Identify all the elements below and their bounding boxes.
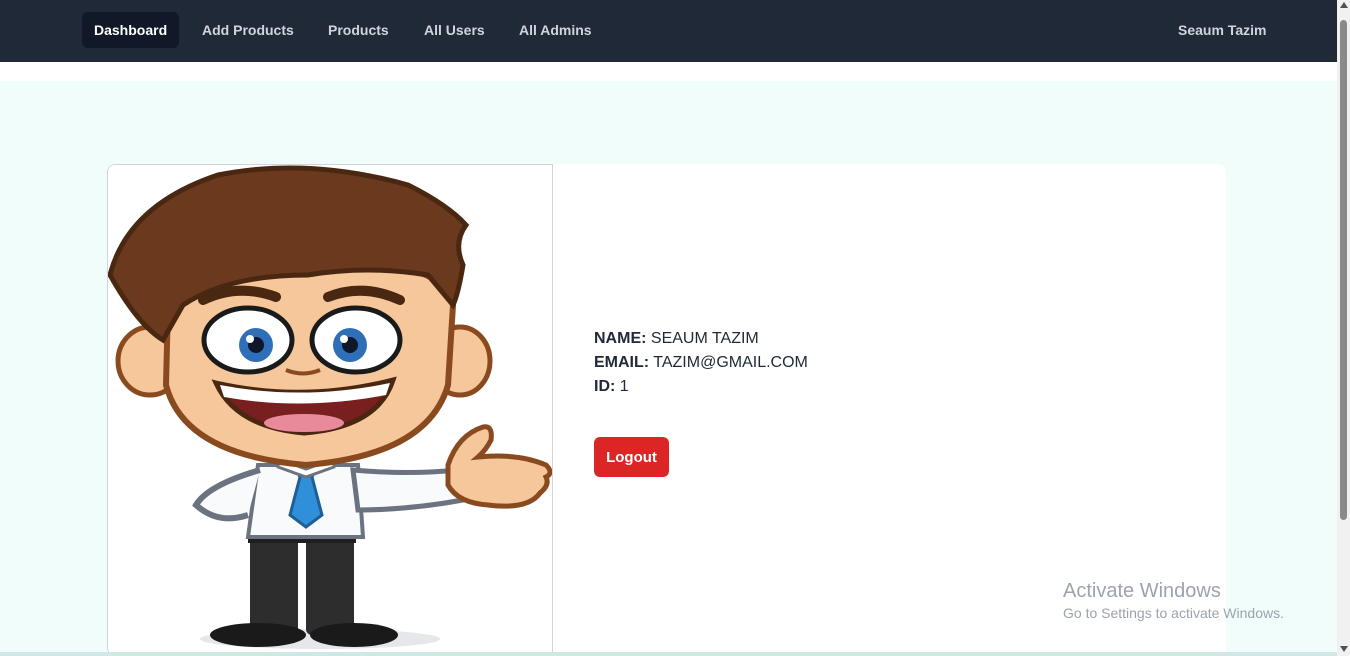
id-row: ID: 1 (594, 375, 808, 399)
watermark-title: Activate Windows (1063, 580, 1221, 602)
logout-button[interactable]: Logout (594, 437, 669, 477)
watermark-subtitle: Go to Settings to activate Windows. (1063, 605, 1284, 621)
profile-avatar (107, 164, 553, 656)
top-navbar: Dashboard Add Products Products All User… (0, 0, 1337, 62)
name-value: SEAUM TAZIM (650, 330, 759, 347)
profile-card: NAME: SEAUM TAZIM EMAIL: TAZIM@GMAIL.COM… (107, 164, 1226, 656)
scroll-up-icon[interactable] (1340, 2, 1348, 8)
nav-user-name[interactable]: Seaum Tazim (1166, 12, 1278, 48)
email-label: EMAIL: (594, 354, 650, 371)
scroll-down-icon[interactable] (1340, 646, 1348, 652)
profile-info: NAME: SEAUM TAZIM EMAIL: TAZIM@GMAIL.COM… (594, 327, 808, 399)
vertical-scrollbar[interactable] (1337, 0, 1350, 656)
id-label: ID: (594, 378, 616, 395)
nav-all-users[interactable]: All Users (412, 12, 497, 48)
scrollbar-thumb[interactable] (1340, 20, 1347, 520)
businessman-cartoon-icon (108, 165, 552, 649)
header-spacer (0, 62, 1337, 81)
windows-activation-watermark: Activate Windows Go to Settings to activ… (1063, 579, 1284, 623)
nav-dashboard[interactable]: Dashboard (82, 12, 180, 48)
page-bottom-edge (0, 652, 1337, 656)
nav-products[interactable]: Products (316, 12, 401, 48)
name-label: NAME: (594, 330, 647, 347)
id-value: 1 (619, 378, 629, 395)
nav-all-admins[interactable]: All Admins (507, 12, 604, 48)
name-row: NAME: SEAUM TAZIM (594, 327, 808, 351)
email-value: TAZIM@GMAIL.COM (653, 354, 808, 371)
email-row: EMAIL: TAZIM@GMAIL.COM (594, 351, 808, 375)
nav-add-products[interactable]: Add Products (190, 12, 306, 48)
